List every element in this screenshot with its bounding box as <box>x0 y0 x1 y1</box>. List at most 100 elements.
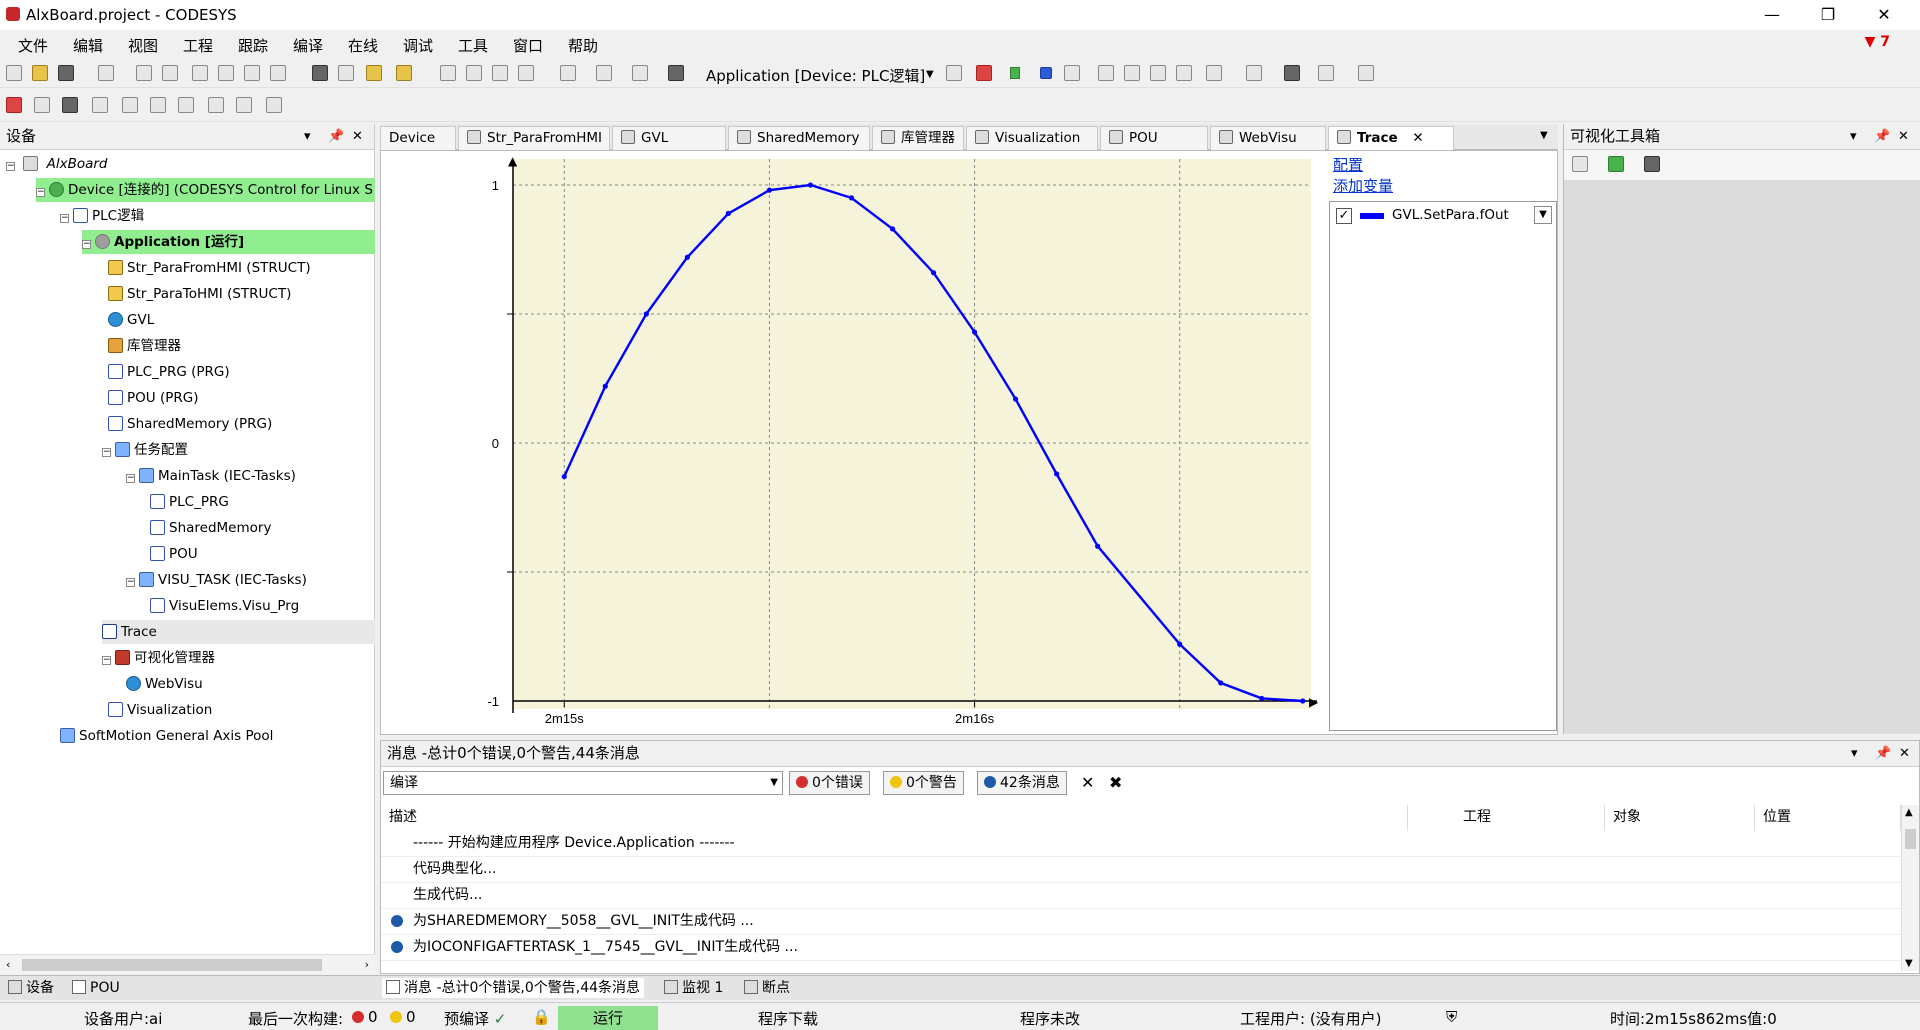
undo-icon[interactable] <box>136 65 152 81</box>
login-icon[interactable] <box>946 65 962 81</box>
cut-icon[interactable] <box>192 65 208 81</box>
message-row[interactable]: 为SHAREDMEMORY__5058__GVL__INIT生成代码 ... <box>381 909 1901 935</box>
tree-item[interactable]: Trace <box>102 620 375 644</box>
replace-icon[interactable] <box>338 65 354 81</box>
tree-item[interactable]: Str_ParaToHMI (STRUCT) <box>108 282 291 306</box>
trace-start-icon[interactable] <box>34 97 50 113</box>
find-in-project-icon[interactable] <box>396 65 412 81</box>
menu-project[interactable]: 工程 <box>183 35 213 56</box>
tree-item[interactable]: GVL <box>108 308 154 332</box>
tab-3[interactable]: SharedMemory <box>728 126 870 150</box>
trace-select-icon[interactable] <box>208 97 224 113</box>
scroll-thumb[interactable] <box>1905 829 1916 849</box>
tree-item[interactable]: WebVisu <box>126 672 203 696</box>
menu-edit[interactable]: 编辑 <box>73 35 103 56</box>
stop-icon[interactable] <box>1040 67 1052 79</box>
tree-item[interactable]: − 可视化管理器 <box>102 646 215 670</box>
scroll-up-icon[interactable]: ▲ <box>1905 807 1913 818</box>
menu-window[interactable]: 窗口 <box>513 35 543 56</box>
start-icon[interactable] <box>1010 67 1020 79</box>
infos-filter[interactable]: 42条消息 <box>977 771 1067 795</box>
tree-root[interactable]: − AlxBoard <box>6 152 374 176</box>
check-icon[interactable] <box>1358 65 1374 81</box>
tree-item[interactable]: SharedMemory <box>150 516 271 540</box>
tree-item[interactable]: 库管理器 <box>108 334 181 358</box>
variable-checkbox[interactable]: ✓ <box>1336 208 1352 224</box>
expand-icon[interactable]: − <box>6 162 15 171</box>
new-icon[interactable] <box>6 65 22 81</box>
tab-close-icon[interactable]: ✕ <box>1408 130 1423 146</box>
trace-cursor-icon[interactable] <box>122 97 138 113</box>
tree-item[interactable]: − VISU_TASK (IEC-Tasks) <box>126 568 307 592</box>
messages-vscrollbar[interactable]: ▲ ▼ <box>1901 805 1919 971</box>
device-tree-hscrollbar[interactable]: ‹ › <box>0 954 375 974</box>
toolbox-tool-icon[interactable] <box>1644 156 1660 172</box>
close-button[interactable]: ✕ <box>1864 2 1904 28</box>
paste-icon[interactable] <box>244 65 260 81</box>
toolbox-close-icon[interactable]: ✕ <box>1898 129 1909 144</box>
expand-icon[interactable]: − <box>36 188 45 197</box>
compile-icon[interactable] <box>560 65 576 81</box>
menu-help[interactable]: 帮助 <box>568 35 598 56</box>
chevron-down-icon[interactable]: ▼ <box>926 69 934 80</box>
prev-bookmark-icon[interactable] <box>466 65 482 81</box>
tab-messages[interactable]: 消息 -总计0个错误,0个警告,44条消息 <box>382 978 645 998</box>
tree-item[interactable]: SoftMotion General Axis Pool <box>60 724 273 748</box>
message-row[interactable]: 生成代码... <box>381 883 1901 909</box>
tab-breakpoints[interactable]: 断点 <box>740 978 794 998</box>
write-values-icon[interactable] <box>1206 65 1222 81</box>
bookmark-icon[interactable] <box>440 65 456 81</box>
scroll-thumb[interactable] <box>22 959 322 971</box>
panel-close-icon[interactable]: ✕ <box>352 129 363 144</box>
delete-icon[interactable] <box>270 65 286 81</box>
next-bookmark-icon[interactable] <box>492 65 508 81</box>
tree-item[interactable]: PLC_PRG <box>150 490 229 514</box>
col-project[interactable]: 工程 <box>1455 805 1605 831</box>
monitor-icon[interactable] <box>1284 65 1300 81</box>
tree-item[interactable]: − Application [运行] <box>82 230 375 254</box>
expand-icon[interactable]: − <box>82 240 91 249</box>
clear-all-icon[interactable]: ✖ <box>1109 773 1122 792</box>
messages-close-icon[interactable]: ✕ <box>1899 746 1910 761</box>
logout-icon[interactable] <box>976 65 992 81</box>
tab-5[interactable]: Visualization <box>966 126 1098 150</box>
expand-icon[interactable]: − <box>102 448 111 457</box>
col-description[interactable]: 描述 <box>381 805 1408 831</box>
tab-8[interactable]: Trace ✕ <box>1328 126 1454 151</box>
menu-build[interactable]: 编译 <box>293 35 323 56</box>
tree-item[interactable]: Str_ParaFromHMI (STRUCT) <box>108 256 311 280</box>
add-variable-link[interactable]: 添加变量 <box>1333 176 1393 197</box>
expand-icon[interactable]: − <box>126 474 135 483</box>
trace-pause-icon[interactable] <box>62 97 78 113</box>
trace-reset-icon[interactable] <box>178 97 194 113</box>
trace-stretch-icon[interactable] <box>266 97 282 113</box>
tab-list-dropdown-icon[interactable]: ▼ <box>1540 130 1548 141</box>
tab-0[interactable]: Device <box>380 126 456 150</box>
variable-dropdown-icon[interactable]: ▼ <box>1534 206 1552 224</box>
tab-watch[interactable]: 监视 1 <box>660 978 727 998</box>
shield-icon[interactable]: ⛨ <box>1446 1008 1457 1026</box>
cart-icon[interactable] <box>1318 65 1334 81</box>
tree-item[interactable]: POU (PRG) <box>108 386 198 410</box>
scroll-right-icon[interactable]: › <box>365 958 369 971</box>
warnings-filter[interactable]: 0个警告 <box>883 771 964 795</box>
message-row[interactable]: 为IOCONFIGAFTERTASK_1__7545__GVL__INIT生成代… <box>381 935 1901 961</box>
build-icon[interactable] <box>596 65 612 81</box>
errors-filter[interactable]: 0个错误 <box>789 771 870 795</box>
tree-item[interactable]: Visualization <box>108 698 212 722</box>
expand-icon[interactable]: − <box>102 656 111 665</box>
tree-item[interactable]: − Device [连接的] (CODESYS Control for Linux… <box>36 178 375 202</box>
save-icon[interactable] <box>58 65 74 81</box>
minimize-button[interactable]: — <box>1752 2 1792 28</box>
breakpoint-icon[interactable] <box>1098 65 1114 81</box>
tab-7[interactable]: WebVisu <box>1210 126 1326 150</box>
alert-badge[interactable]: ▼ 7 <box>1865 34 1890 50</box>
trace-compress-icon[interactable] <box>236 97 252 113</box>
restore-button[interactable]: ❐ <box>1808 2 1848 28</box>
trace-grid-icon[interactable] <box>92 97 108 113</box>
copy-icon[interactable] <box>218 65 234 81</box>
menu-tools[interactable]: 工具 <box>458 35 488 56</box>
col-position[interactable]: 位置 <box>1755 805 1901 831</box>
tab-pou[interactable]: POU <box>68 978 124 998</box>
application-select[interactable]: Application [Device: PLC逻辑] <box>706 65 925 86</box>
